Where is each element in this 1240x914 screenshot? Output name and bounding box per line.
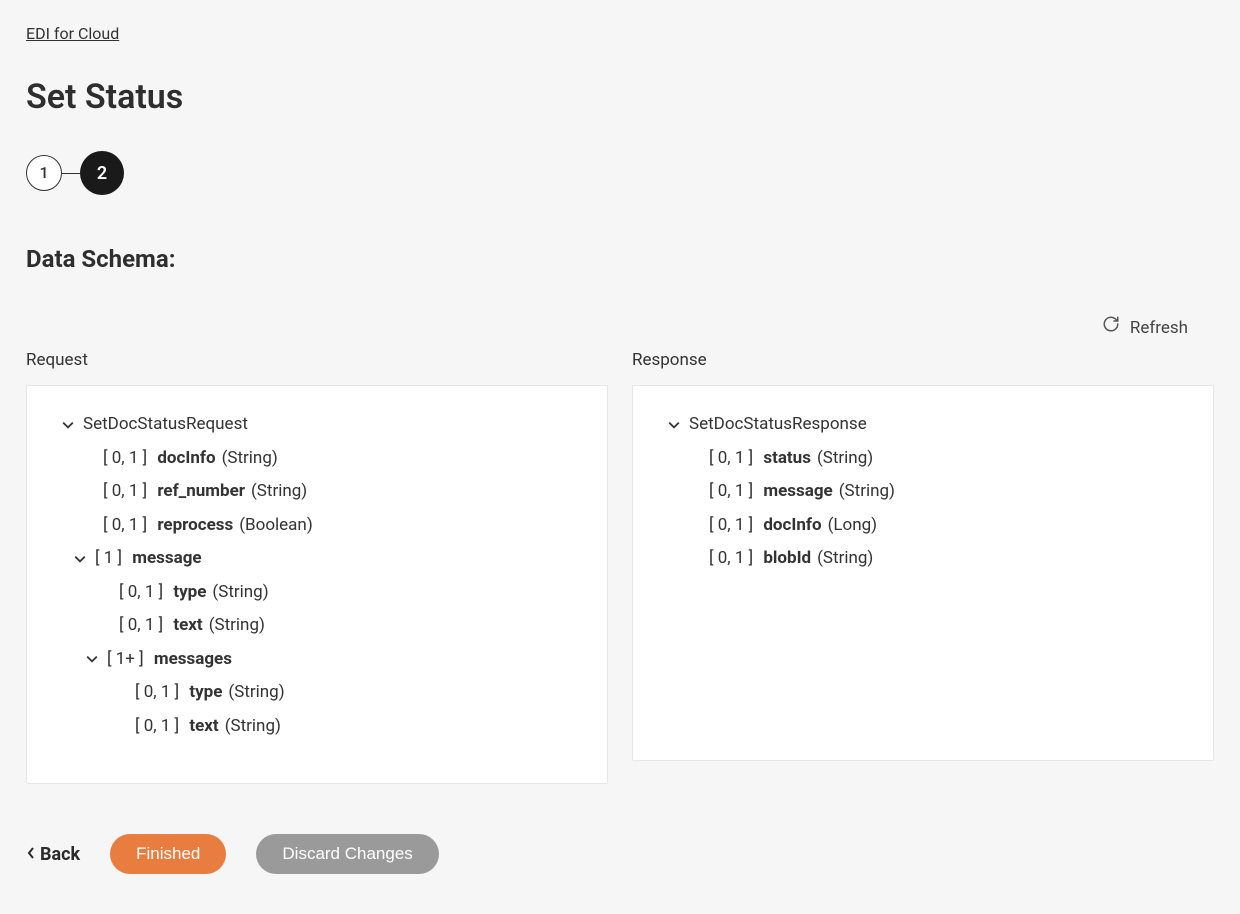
stepper: 1 2 <box>26 151 1214 195</box>
chevron-down-icon[interactable] <box>83 653 101 665</box>
cardinality: [ 0, 1 ] <box>709 479 757 505</box>
back-button[interactable]: Back <box>26 841 80 868</box>
refresh-label: Refresh <box>1130 316 1188 342</box>
cardinality: [ 0, 1 ] <box>103 446 151 472</box>
chevron-down-icon[interactable] <box>59 419 77 431</box>
cardinality: [ 0, 1 ] <box>709 513 757 539</box>
cardinality: [ 0, 1 ] <box>135 680 183 706</box>
field-type: (String) <box>817 546 873 572</box>
tree-node-root[interactable]: SetDocStatusResponse <box>651 408 1195 442</box>
finished-button[interactable]: Finished <box>110 834 226 874</box>
response-panel: SetDocStatusResponse [ 0, 1 ] status (St… <box>632 385 1214 761</box>
request-panel: SetDocStatusRequest [ 0, 1 ] docInfo (St… <box>26 385 608 784</box>
cardinality: [ 0, 1 ] <box>119 580 167 606</box>
tree-leaf: [ 0, 1 ] reprocess (Boolean) <box>45 509 589 543</box>
cardinality: [ 0, 1 ] <box>119 613 167 639</box>
cardinality: [ 0, 1 ] <box>709 546 757 572</box>
field-type: (String) <box>228 680 284 706</box>
field-type: (String) <box>251 479 307 505</box>
tree-leaf: [ 0, 1 ] docInfo (String) <box>45 442 589 476</box>
tree-leaf: [ 0, 1 ] docInfo (Long) <box>651 509 1195 543</box>
field-name: messages <box>154 647 232 673</box>
chevron-down-icon[interactable] <box>71 553 89 565</box>
tree-leaf: [ 0, 1 ] blobId (String) <box>651 542 1195 576</box>
tree-leaf: [ 0, 1 ] text (String) <box>45 609 589 643</box>
field-type: (Long) <box>828 513 878 539</box>
field-name: type <box>189 680 222 706</box>
field-name: type <box>173 580 206 606</box>
tree-leaf: [ 0, 1 ] message (String) <box>651 475 1195 509</box>
node-label: SetDocStatusRequest <box>83 412 248 438</box>
back-label: Back <box>40 841 80 868</box>
field-type: (Boolean) <box>239 513 313 539</box>
cardinality: [ 1+ ] <box>107 647 148 673</box>
section-heading: Data Schema: <box>26 241 1214 277</box>
field-name: docInfo <box>763 513 821 539</box>
tree-leaf: [ 0, 1 ] type (String) <box>45 676 589 710</box>
chevron-left-icon <box>26 841 36 868</box>
refresh-icon <box>1102 315 1120 342</box>
tree-node-messages[interactable]: [ 1+ ] messages <box>45 643 589 677</box>
field-name: text <box>189 714 218 740</box>
field-type: (String) <box>209 613 265 639</box>
tree-node-message[interactable]: [ 1 ] message <box>45 542 589 576</box>
field-name: text <box>173 613 202 639</box>
cardinality: [ 0, 1 ] <box>103 479 151 505</box>
cardinality: [ 0, 1 ] <box>135 714 183 740</box>
field-name: ref_number <box>157 479 245 505</box>
cardinality: [ 0, 1 ] <box>709 446 757 472</box>
chevron-down-icon[interactable] <box>665 419 683 431</box>
field-type: (String) <box>225 714 281 740</box>
tree-node-root[interactable]: SetDocStatusRequest <box>45 408 589 442</box>
tree-leaf: [ 0, 1 ] text (String) <box>45 710 589 744</box>
node-label: SetDocStatusResponse <box>689 412 867 438</box>
cardinality: [ 0, 1 ] <box>103 513 151 539</box>
field-name: status <box>763 446 811 472</box>
field-name: message <box>132 546 201 572</box>
tree-leaf: [ 0, 1 ] type (String) <box>45 576 589 610</box>
tree-leaf: [ 0, 1 ] ref_number (String) <box>45 475 589 509</box>
field-name: docInfo <box>157 446 215 472</box>
cardinality: [ 1 ] <box>95 546 126 572</box>
refresh-button[interactable]: Refresh <box>26 315 1214 342</box>
field-name: message <box>763 479 832 505</box>
step-connector <box>62 173 80 174</box>
page-title: Set Status <box>26 72 1214 123</box>
field-name: blobId <box>763 546 811 572</box>
field-type: (String) <box>212 580 268 606</box>
tree-leaf: [ 0, 1 ] status (String) <box>651 442 1195 476</box>
breadcrumb-link[interactable]: EDI for Cloud <box>26 24 119 43</box>
field-name: reprocess <box>157 513 233 539</box>
discard-button[interactable]: Discard Changes <box>256 834 438 874</box>
field-type: (String) <box>817 446 873 472</box>
field-type: (String) <box>839 479 895 505</box>
request-header: Request <box>26 348 608 374</box>
field-type: (String) <box>222 446 278 472</box>
step-1[interactable]: 1 <box>26 155 62 191</box>
response-header: Response <box>632 348 1214 374</box>
step-2[interactable]: 2 <box>80 151 124 195</box>
